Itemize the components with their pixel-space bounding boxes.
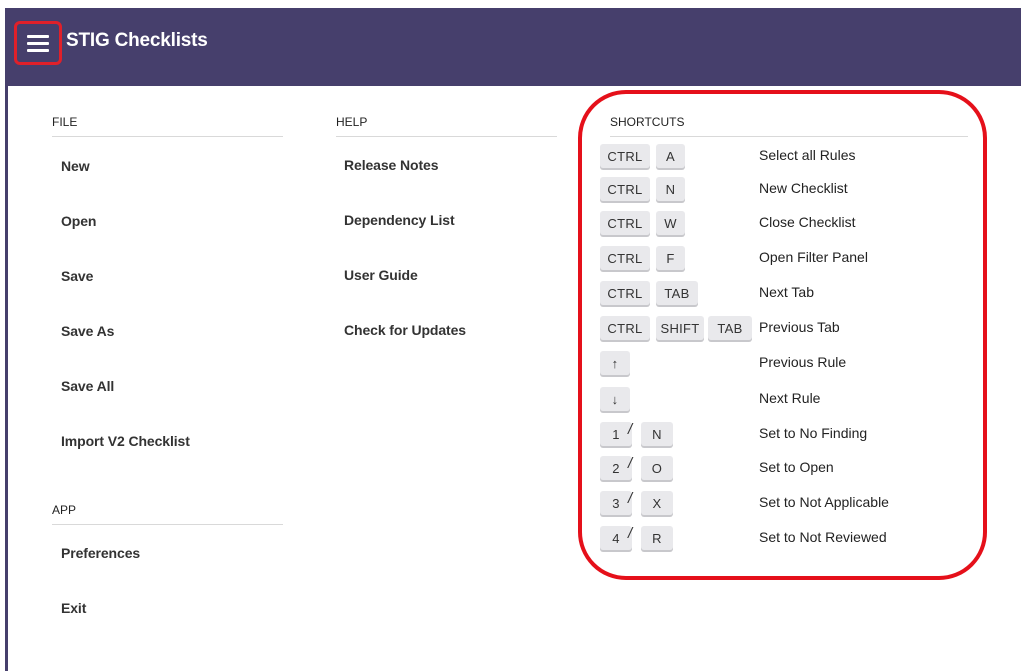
file-section-heading: FILE <box>52 115 283 137</box>
shortcuts-section-heading: SHORTCUTS <box>610 115 968 137</box>
menu-bar-line <box>27 34 49 38</box>
shortcut-row: CTRL N New Checklist <box>0 174 1021 202</box>
shortcut-description: Previous Tab <box>759 319 840 335</box>
shortcut-separator: / <box>628 525 633 542</box>
app-title: STIG Checklists <box>66 30 208 51</box>
app-window: STIG Checklists FILE New Open Save Save … <box>0 0 1021 671</box>
shortcut-key: CTRL <box>600 246 650 270</box>
shortcut-description: Next Tab <box>759 284 814 300</box>
shortcut-key: CTRL <box>600 177 650 201</box>
shortcut-key: O <box>641 456 673 480</box>
shortcut-row: CTRL SHIFT TAB Previous Tab <box>0 313 1021 341</box>
app-exit-item[interactable]: Exit <box>61 600 86 616</box>
shortcut-row: 1 / N Set to No Finding <box>0 419 1021 447</box>
shortcut-row: CTRL TAB Next Tab <box>0 278 1021 306</box>
shortcut-key: TAB <box>656 281 698 305</box>
shortcut-description: Next Rule <box>759 390 821 406</box>
shortcut-description: Set to Not Reviewed <box>759 529 887 545</box>
shortcut-description: Set to Not Applicable <box>759 494 889 510</box>
shortcut-key: CTRL <box>600 281 650 305</box>
shortcut-description: Set to No Finding <box>759 425 868 441</box>
shortcut-key: N <box>641 422 673 446</box>
shortcut-key: F <box>656 246 685 270</box>
shortcut-separator: / <box>628 421 633 438</box>
shortcut-row: CTRL F Open Filter Panel <box>0 243 1021 271</box>
shortcut-key: TAB <box>708 316 752 340</box>
help-section-heading: HELP <box>336 115 557 137</box>
menu-bar-line <box>27 41 49 45</box>
shortcut-key: CTRL <box>600 211 650 235</box>
shortcut-row: 3 / X Set to Not Applicable <box>0 488 1021 516</box>
shortcut-description: Previous Rule <box>759 354 847 370</box>
shortcut-key: CTRL <box>600 144 650 168</box>
shortcut-separator: / <box>628 490 633 507</box>
shortcut-separator: / <box>628 455 633 472</box>
shortcut-key: SHIFT <box>656 316 704 340</box>
shortcut-row: 2 / O Set to Open <box>0 453 1021 481</box>
shortcut-key: CTRL <box>600 316 650 340</box>
shortcut-description: Select all Rules <box>759 147 856 163</box>
shortcut-key: A <box>656 144 685 168</box>
shortcut-row: CTRL A Select all Rules <box>0 141 1021 169</box>
menu-bar-line <box>27 48 49 52</box>
shortcut-row: ↑ Previous Rule <box>0 348 1021 376</box>
shortcut-description: Set to Open <box>759 459 834 475</box>
shortcut-description: New Checklist <box>759 180 848 196</box>
shortcut-key: W <box>656 211 685 235</box>
arrow-down-key-icon: ↓ <box>600 387 630 411</box>
shortcut-description: Close Checklist <box>759 214 856 230</box>
shortcut-row: CTRL W Close Checklist <box>0 208 1021 236</box>
shortcut-description: Open Filter Panel <box>759 249 868 265</box>
shortcut-row: ↓ Next Rule <box>0 384 1021 412</box>
shortcut-row: 4 / R Set to Not Reviewed <box>0 523 1021 551</box>
shortcut-key: R <box>641 526 673 550</box>
shortcut-key: X <box>641 491 673 515</box>
shortcut-key: N <box>656 177 685 201</box>
hamburger-menu-icon[interactable] <box>14 21 62 65</box>
arrow-up-key-icon: ↑ <box>600 351 630 375</box>
